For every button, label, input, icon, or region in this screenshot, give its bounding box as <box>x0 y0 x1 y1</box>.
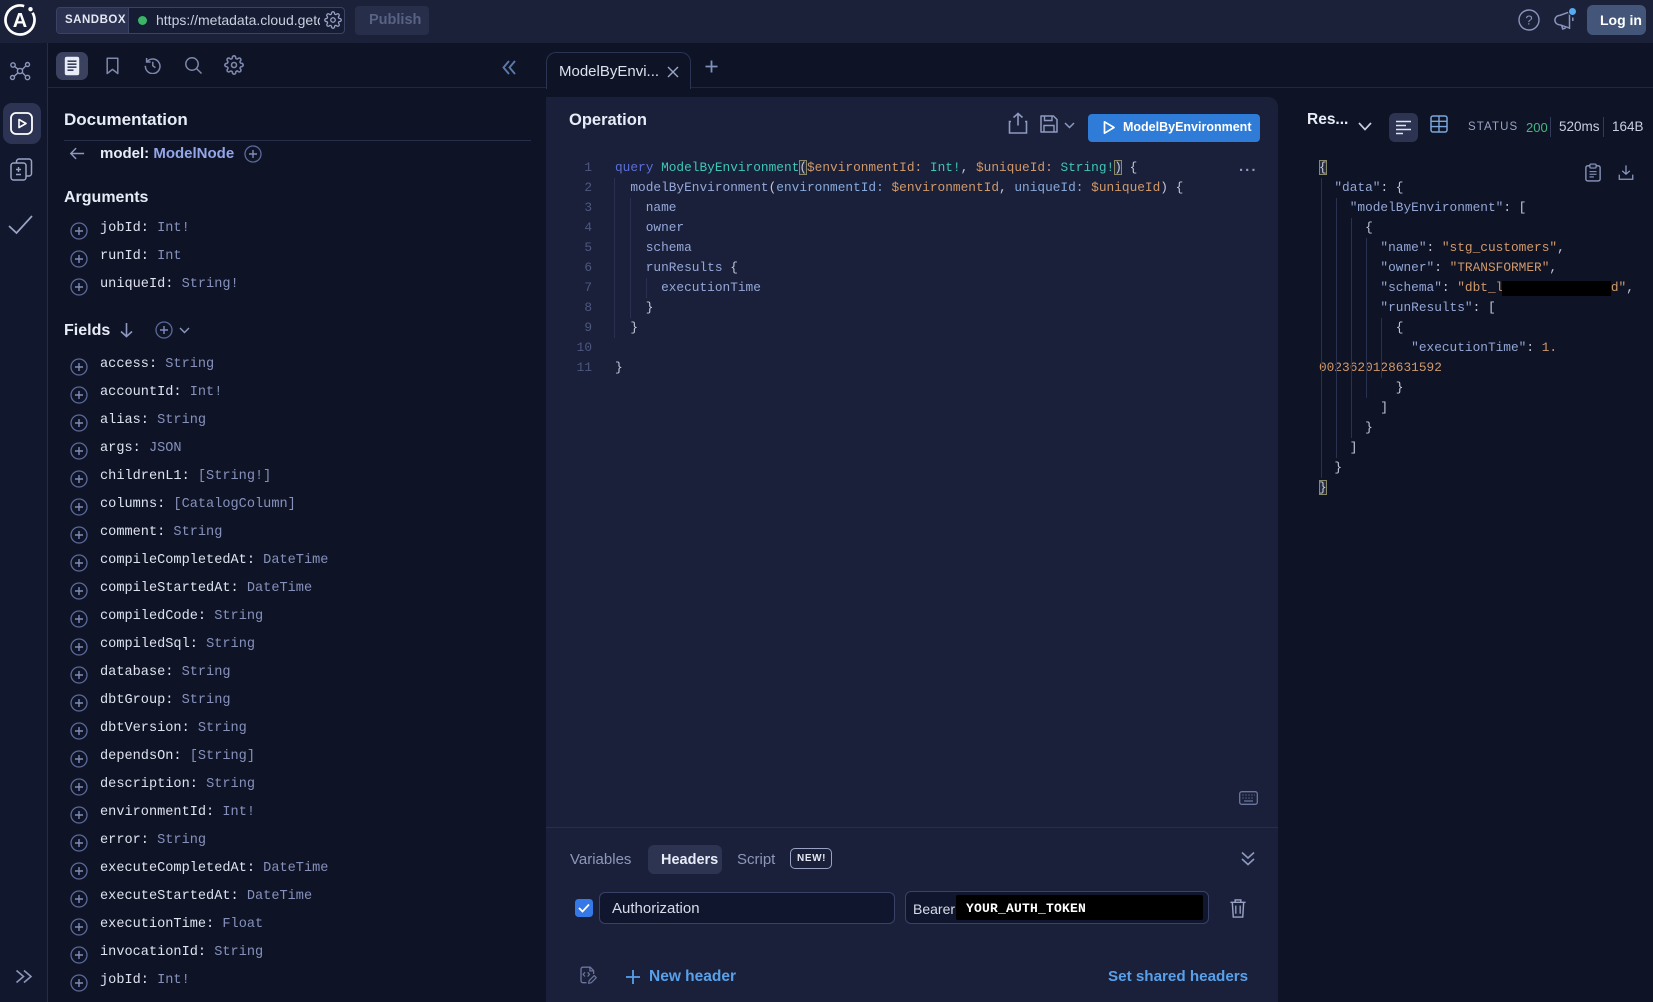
svg-text:?: ? <box>1525 13 1532 28</box>
svg-text:A: A <box>13 10 27 32</box>
